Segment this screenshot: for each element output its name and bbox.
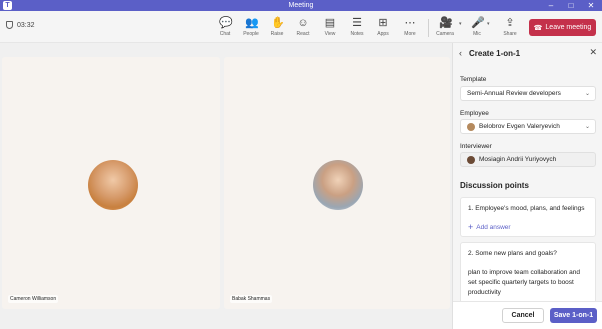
save-1on1-button[interactable]: Save 1-on-1: [550, 308, 597, 323]
apps-button[interactable]: ⊞ Apps: [370, 15, 396, 41]
participant-name: Cameron Williamson: [8, 295, 59, 303]
participant-tile[interactable]: Babak Shammas: [224, 57, 450, 309]
react-button[interactable]: ☺ React: [290, 15, 316, 41]
camera-options-icon[interactable]: ▾: [459, 21, 462, 27]
leave-label: Leave meeting: [545, 24, 592, 31]
mic-button[interactable]: 🎤 Mic: [464, 15, 490, 41]
cancel-button[interactable]: Cancel: [502, 308, 544, 323]
employee-avatar-icon: [467, 122, 475, 131]
timer-text: 03:32: [17, 21, 35, 29]
panel-footer: Cancel Save 1-on-1: [453, 301, 602, 329]
share-icon: ⇪: [505, 17, 515, 29]
chevron-down-icon: ⌄: [584, 91, 590, 97]
window-title: Meeting: [288, 2, 314, 9]
view-button[interactable]: ▤ View: [317, 15, 343, 41]
interviewer-avatar-icon: [467, 155, 475, 164]
raise-hand-button[interactable]: ✋ Raise: [264, 15, 290, 41]
close-icon[interactable]: ✕: [589, 47, 597, 58]
employee-select[interactable]: Belobrov Evgen Valeryevich ⌄: [460, 119, 596, 134]
leave-meeting-button[interactable]: ☎ Leave meeting: [529, 19, 596, 36]
plus-icon: +: [468, 222, 474, 232]
shield-icon: [6, 21, 13, 29]
camera-button[interactable]: 🎥 Camera: [432, 15, 458, 41]
close-window-icon[interactable]: ✕: [581, 0, 601, 11]
template-select[interactable]: Semi-Annual Review developers ⌄: [460, 86, 596, 101]
maximize-icon[interactable]: □: [561, 0, 581, 11]
discussion-question: 2. Some new plans and goals?: [468, 250, 557, 257]
template-value: Semi-Annual Review developers: [467, 90, 561, 97]
people-button[interactable]: 👥 People: [238, 15, 264, 41]
mic-icon: 🎤: [471, 17, 485, 29]
react-icon: ☺: [297, 17, 309, 29]
participant-tile[interactable]: Cameron Williamson: [2, 57, 220, 309]
raise-hand-icon: ✋: [271, 17, 285, 29]
panel-title: Create 1-on-1: [469, 49, 521, 58]
notes-label: Notes: [350, 31, 364, 37]
employee-value: Belobrov Evgen Valeryevich: [479, 123, 560, 130]
add-answer-button[interactable]: + Add answer: [468, 222, 511, 232]
people-label: People: [243, 31, 259, 37]
view-label: View: [324, 31, 336, 37]
mic-options-icon[interactable]: ▾: [487, 21, 490, 27]
toolbar-divider: [428, 19, 429, 37]
chat-button[interactable]: 💬 Chat: [212, 15, 238, 41]
camera-label: Camera: [436, 31, 454, 37]
raise-label: Raise: [270, 31, 284, 37]
notes-button[interactable]: ☰ Notes: [344, 15, 370, 41]
avatar: [88, 160, 138, 210]
discussion-point-card: 1. Employee's mood, plans, and feelings …: [460, 197, 596, 237]
interviewer-value: Mosiagin Andrii Yuriyovych: [479, 156, 557, 163]
interviewer-label: Interviewer: [460, 143, 492, 150]
create-1on1-panel: ‹ Create 1-on-1 ✕ Template Semi-Annual R…: [452, 43, 602, 329]
notes-icon: ☰: [352, 17, 362, 29]
apps-label: Apps: [377, 31, 389, 37]
react-label: React: [296, 31, 310, 37]
people-icon: 👥: [245, 17, 259, 29]
share-label: Share: [503, 31, 517, 37]
discussion-points-heading: Discussion points: [460, 181, 529, 190]
view-icon: ▤: [324, 17, 336, 29]
employee-label: Employee: [460, 110, 489, 117]
chat-label: Chat: [219, 31, 231, 37]
more-label: More: [404, 31, 416, 37]
avatar: [313, 160, 363, 210]
add-answer-label: Add answer: [476, 223, 511, 231]
discussion-question: 1. Employee's mood, plans, and feelings: [468, 205, 585, 212]
apps-icon: ⊞: [378, 17, 388, 29]
minimize-icon[interactable]: –: [541, 0, 561, 11]
panel-header: ‹ Create 1-on-1 ✕: [453, 43, 602, 65]
camera-icon: 🎥: [439, 17, 453, 29]
more-button[interactable]: ⋯ More: [397, 15, 423, 41]
more-icon: ⋯: [404, 17, 416, 29]
template-label: Template: [460, 76, 487, 83]
back-arrow-icon[interactable]: ‹: [459, 48, 462, 58]
title-bar: T Meeting – □ ✕: [0, 0, 602, 11]
interviewer-field: Mosiagin Andrii Yuriyovych: [460, 152, 596, 167]
chat-icon: 💬: [219, 17, 233, 29]
phone-hangup-icon: ☎: [533, 24, 543, 32]
share-button[interactable]: ⇪ Share: [497, 15, 523, 41]
video-stage: Cameron Williamson Babak Shammas: [0, 43, 452, 329]
meeting-timer: 03:32: [6, 21, 35, 29]
participant-name: Babak Shammas: [230, 295, 273, 303]
meeting-toolbar: 03:32 💬 Chat 👥 People ✋ Raise ☺ React ▤ …: [0, 11, 602, 43]
discussion-answer-text[interactable]: plan to improve team collaboration and s…: [468, 268, 588, 298]
mic-label: Mic: [473, 31, 481, 37]
chevron-down-icon: ⌄: [584, 124, 590, 130]
